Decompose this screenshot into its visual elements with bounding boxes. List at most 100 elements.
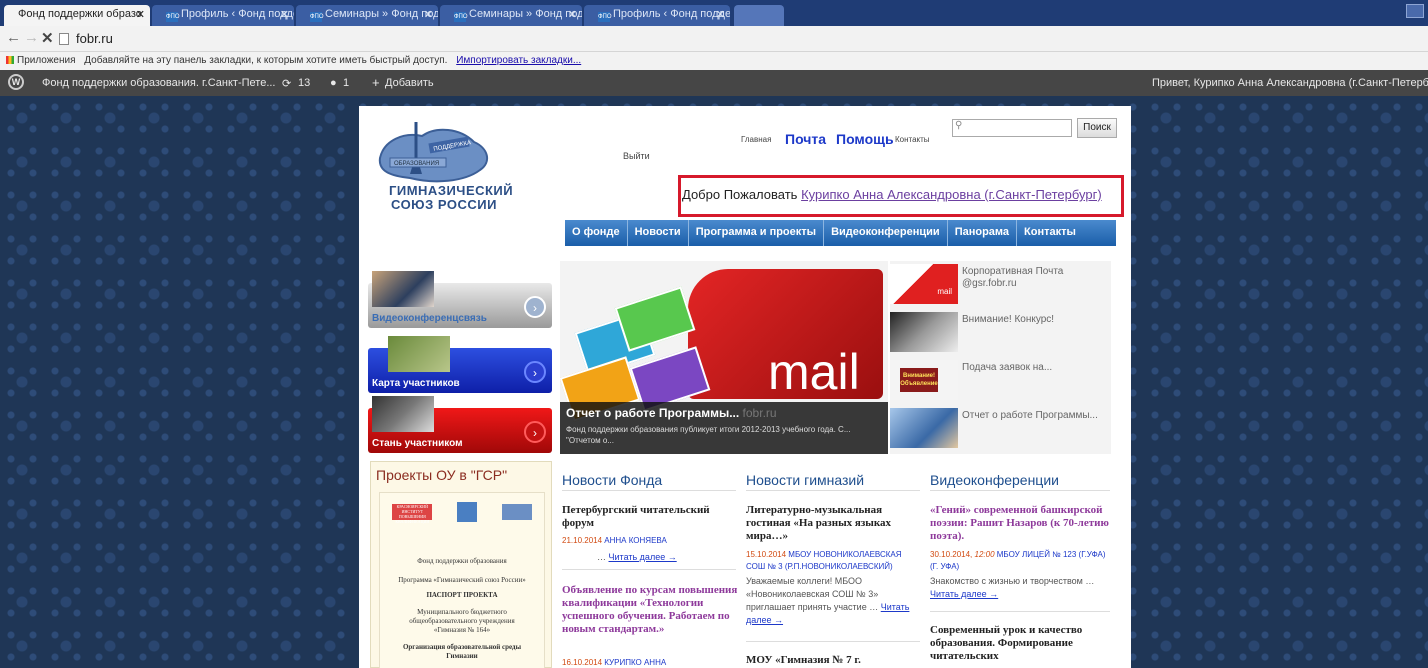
- bookmarks-hint: Добавляйте на эту панель закладки, к кот…: [84, 55, 448, 66]
- post-time: 12:00: [974, 550, 995, 559]
- help-link[interactable]: Помощь: [836, 131, 894, 147]
- thumb-item[interactable]: mail Корпоративная Почта @gsr.fobr.ru: [890, 261, 1111, 309]
- divider: [746, 490, 920, 491]
- post-title[interactable]: Объявление по курсам повышения квалифика…: [562, 584, 742, 636]
- mail-link[interactable]: Почта: [785, 131, 826, 147]
- window-minimize-button[interactable]: [1406, 4, 1424, 18]
- add-new-link[interactable]: Добавить: [385, 77, 434, 89]
- logout-link[interactable]: Выйти: [623, 151, 650, 161]
- menu-item-about[interactable]: О фонде: [565, 220, 628, 246]
- tab-title: Семинары » Фонд подде: [325, 8, 438, 20]
- read-more-link[interactable]: Читать далее →: [609, 552, 677, 562]
- site-favicon-icon: ФПО: [166, 12, 180, 22]
- back-arrow-icon[interactable]: ←: [6, 29, 21, 46]
- post-excerpt-text: Уважаемые коллеги! МБОО «Новониколаевска…: [746, 576, 879, 612]
- side-button-label: Стань участником: [372, 438, 463, 449]
- logo-ribbon-text: ОБРАЗОВАНИЯ: [394, 161, 439, 167]
- side-button-label: Видеоконференцсвязь: [372, 313, 487, 324]
- menu-item-programs[interactable]: Программа и проекты: [689, 220, 825, 246]
- site-logo[interactable]: ПОДДЕРЖКА ОБРАЗОВАНИЯ: [374, 118, 494, 188]
- slider-caption-title[interactable]: Отчет о работе Программы... fobr.ru: [566, 406, 882, 420]
- post-title[interactable]: «Гений» современной башкирской поэзии: Р…: [930, 504, 1114, 543]
- thumb-image: [890, 408, 958, 448]
- post-excerpt-text: Знакомство с жизнью и творчеством …: [930, 576, 1095, 586]
- tab-title: Профиль ‹ Фонд поддерж: [181, 8, 294, 20]
- doc-logos: КРАСНОЯРСКИЙ ИНСТИТУТ ПОВЫШЕНИЯ КВАЛИФИК…: [380, 501, 544, 524]
- updates-icon[interactable]: ⟳: [282, 77, 291, 90]
- doc-line: Фонд поддержки образования: [417, 557, 507, 565]
- post-title[interactable]: МОУ «Гимназия № 7 г.: [746, 654, 921, 667]
- page-icon: [59, 33, 69, 45]
- thumb-text: Внимание! Конкурс!: [962, 314, 1055, 325]
- admin-bar: W Фонд поддержки образования. г.Санкт-Пе…: [0, 70, 1428, 96]
- plus-icon[interactable]: +: [372, 75, 380, 90]
- admin-greeting[interactable]: Привет, Курипко Анна Александровна (г.Са…: [1152, 77, 1428, 89]
- shield-logo-icon: [456, 502, 477, 522]
- browser-tab[interactable]: ФПОСеминары » Фонд подде✕: [296, 5, 438, 26]
- post-title[interactable]: Литературно-музыкальная гостиная «На раз…: [746, 504, 921, 543]
- wordpress-logo-icon[interactable]: W: [8, 74, 24, 90]
- divider: [746, 641, 920, 642]
- menu-item-videoconf[interactable]: Видеоконференции: [824, 220, 948, 246]
- address-toolbar: ← → ✕ fobr.ru: [0, 26, 1428, 52]
- videoconf-button[interactable]: Видеоконференцсвязь ›: [368, 271, 552, 328]
- post-date: 15.10.2014: [746, 550, 787, 559]
- comments-icon[interactable]: ●: [330, 77, 337, 89]
- become-member-button[interactable]: Стань участником ›: [368, 396, 552, 453]
- comments-count[interactable]: 1: [343, 77, 349, 89]
- site-page: ПОДДЕРЖКА ОБРАЗОВАНИЯ ГИМНАЗИЧЕСКИЙ СОЮЗ…: [359, 106, 1131, 668]
- stop-icon[interactable]: ✕: [41, 29, 54, 47]
- apps-link[interactable]: Приложения: [17, 55, 76, 66]
- close-tab-icon[interactable]: ✕: [716, 8, 725, 21]
- url-field[interactable]: fobr.ru: [76, 31, 113, 46]
- conference-photo: [372, 271, 434, 307]
- browser-tab[interactable]: Фонд поддержки образо ✕: [4, 5, 150, 26]
- contacts-link[interactable]: Контакты: [895, 135, 930, 144]
- menu-item-contacts[interactable]: Контакты: [1017, 220, 1083, 246]
- watermark-text: fobr.ru: [742, 406, 777, 420]
- doc-line: Организация образовательной среды Гимназ…: [402, 643, 522, 660]
- post-title[interactable]: Петербургский читательский форум: [562, 504, 742, 530]
- map-image: [388, 336, 450, 372]
- featured-slider[interactable]: mail Отчет о работе Программы... fobr.ru…: [560, 261, 888, 454]
- bookmarks-bar: Приложения Добавляйте на эту панель закл…: [0, 52, 1428, 70]
- forward-arrow-icon[interactable]: →: [24, 29, 39, 46]
- thumb-item[interactable]: Внимание! Объявление Подача заявок на...: [890, 357, 1111, 405]
- user-profile-link[interactable]: Курипко Анна Александровна (г.Санкт-Пете…: [801, 187, 1102, 202]
- institute-logo: КРАСНОЯРСКИЙ ИНСТИТУТ ПОВЫШЕНИЯ КВАЛИФИК…: [392, 504, 433, 524]
- thumb-item[interactable]: Внимание! Конкурс!: [890, 309, 1111, 357]
- read-more-link[interactable]: Читать далее →: [930, 589, 998, 599]
- post-title[interactable]: Современный урок и качество образования.…: [930, 624, 1114, 663]
- post-author[interactable]: КУРИПКО АННА: [604, 658, 666, 667]
- participants-map-button[interactable]: Карта участников ›: [368, 336, 552, 393]
- new-tab-button[interactable]: [734, 5, 784, 26]
- import-bookmarks-link[interactable]: Импортировать закладки...: [456, 55, 581, 66]
- close-tab-icon[interactable]: ✕: [280, 8, 289, 21]
- close-tab-icon[interactable]: ✕: [424, 8, 433, 21]
- main-menu: О фонде Новости Программа и проекты Виде…: [565, 220, 1116, 246]
- thumb-text: Отчет о работе Программы...: [962, 410, 1098, 421]
- browser-tab[interactable]: ФПОПрофиль ‹ Фонд поддерж✕: [152, 5, 294, 26]
- browser-tab[interactable]: ФПОПрофиль ‹ Фонд поддерж✕: [584, 5, 730, 26]
- post-meta: 16.10.2014 КУРИПКО АННА: [562, 658, 666, 667]
- divider: [930, 611, 1110, 612]
- apps-grid-icon: [6, 56, 14, 64]
- thumb-image: mail: [890, 264, 958, 304]
- post-author[interactable]: АННА КОНЯЕВА: [604, 536, 667, 545]
- home-link[interactable]: Главная: [741, 135, 771, 144]
- post-meta: 15.10.2014 МБОУ НОВОНИКОЛАЕВСКАЯ СОШ № 3…: [746, 549, 921, 573]
- close-tab-icon[interactable]: ✕: [568, 8, 577, 21]
- site-favicon-icon: ФПО: [454, 12, 468, 22]
- project-document-preview[interactable]: КРАСНОЯРСКИЙ ИНСТИТУТ ПОВЫШЕНИЯ КВАЛИФИК…: [379, 492, 545, 668]
- caption-title-text: Отчет о работе Программы...: [566, 406, 740, 420]
- browser-tab[interactable]: ФПОСеминары » Фонд подде✕: [440, 5, 582, 26]
- thumb-item[interactable]: Отчет о работе Программы...: [890, 405, 1111, 453]
- search-button[interactable]: Поиск: [1077, 118, 1117, 138]
- updates-count[interactable]: 13: [298, 77, 310, 89]
- close-tab-icon[interactable]: ✕: [136, 8, 145, 21]
- search-input[interactable]: [952, 119, 1072, 137]
- menu-item-panorama[interactable]: Панорама: [948, 220, 1018, 246]
- site-favicon-icon: ФПО: [598, 12, 612, 22]
- admin-site-name[interactable]: Фонд поддержки образования. г.Санкт-Пете…: [42, 77, 275, 89]
- menu-item-news[interactable]: Новости: [628, 220, 689, 246]
